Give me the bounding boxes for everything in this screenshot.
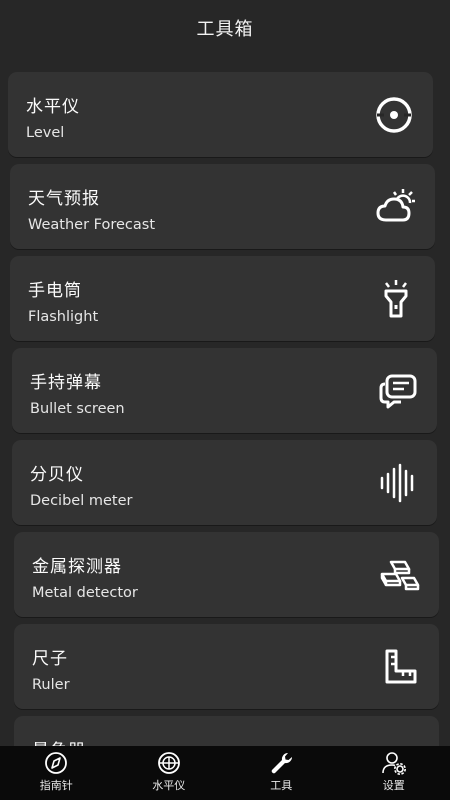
tool-list: 水平仪 Level 天气预报 Weather Forecast 手电筒 Flas… [0,0,450,746]
wrench-icon [268,751,294,775]
tool-title: 尺子 [32,649,68,669]
tab-label: 工具 [270,779,293,792]
tool-subtitle: Metal detector [32,585,138,601]
level-icon [373,94,415,136]
weather-icon [375,186,417,228]
tool-title: 水平仪 [26,97,80,117]
tab-label: 指南针 [39,779,73,792]
compass-icon [43,751,69,775]
soundwave-icon [377,462,419,504]
tool-subtitle: Decibel meter [30,493,133,509]
ruler-icon [379,646,421,688]
tool-subtitle: Bullet screen [30,401,125,417]
tool-card-bullet-screen[interactable]: 手持弹幕 Bullet screen [12,348,437,433]
tool-title: 手持弹幕 [30,373,102,393]
level-tab-icon [156,751,182,775]
bottom-tab-bar: 指南针 水平仪 工具 设置 [0,746,450,800]
tab-label: 水平仪 [152,779,186,792]
tool-subtitle: Ruler [32,677,70,693]
tab-compass[interactable]: 指南针 [0,746,113,800]
tool-card-weather[interactable]: 天气预报 Weather Forecast [10,164,435,249]
tool-card-protractor[interactable]: 量角器 [14,716,439,746]
tool-card-metal-detector[interactable]: 金属探测器 Metal detector [14,532,439,617]
tab-level[interactable]: 水平仪 [113,746,226,800]
chat-icon [377,370,419,412]
tab-settings[interactable]: 设置 [338,746,450,800]
flashlight-icon [375,278,417,320]
metal-bars-icon [379,554,421,596]
tool-title: 手电筒 [28,281,82,301]
tool-subtitle: Level [26,125,65,141]
tool-card-decibel-meter[interactable]: 分贝仪 Decibel meter [12,440,437,525]
tab-label: 设置 [382,779,405,792]
tool-title: 天气预报 [28,189,100,209]
page-title: 工具箱 [196,19,254,40]
tool-title: 金属探测器 [32,557,122,577]
tool-subtitle: Weather Forecast [28,217,156,233]
tool-card-ruler[interactable]: 尺子 Ruler [14,624,439,709]
tool-card-level[interactable]: 水平仪 Level [8,72,433,157]
tool-card-flashlight[interactable]: 手电筒 Flashlight [10,256,435,341]
tab-tools[interactable]: 工具 [225,746,338,800]
tool-title: 量角器 [32,736,86,746]
tool-subtitle: Flashlight [28,309,99,325]
settings-user-icon [381,751,407,775]
tool-title: 分贝仪 [30,465,84,485]
